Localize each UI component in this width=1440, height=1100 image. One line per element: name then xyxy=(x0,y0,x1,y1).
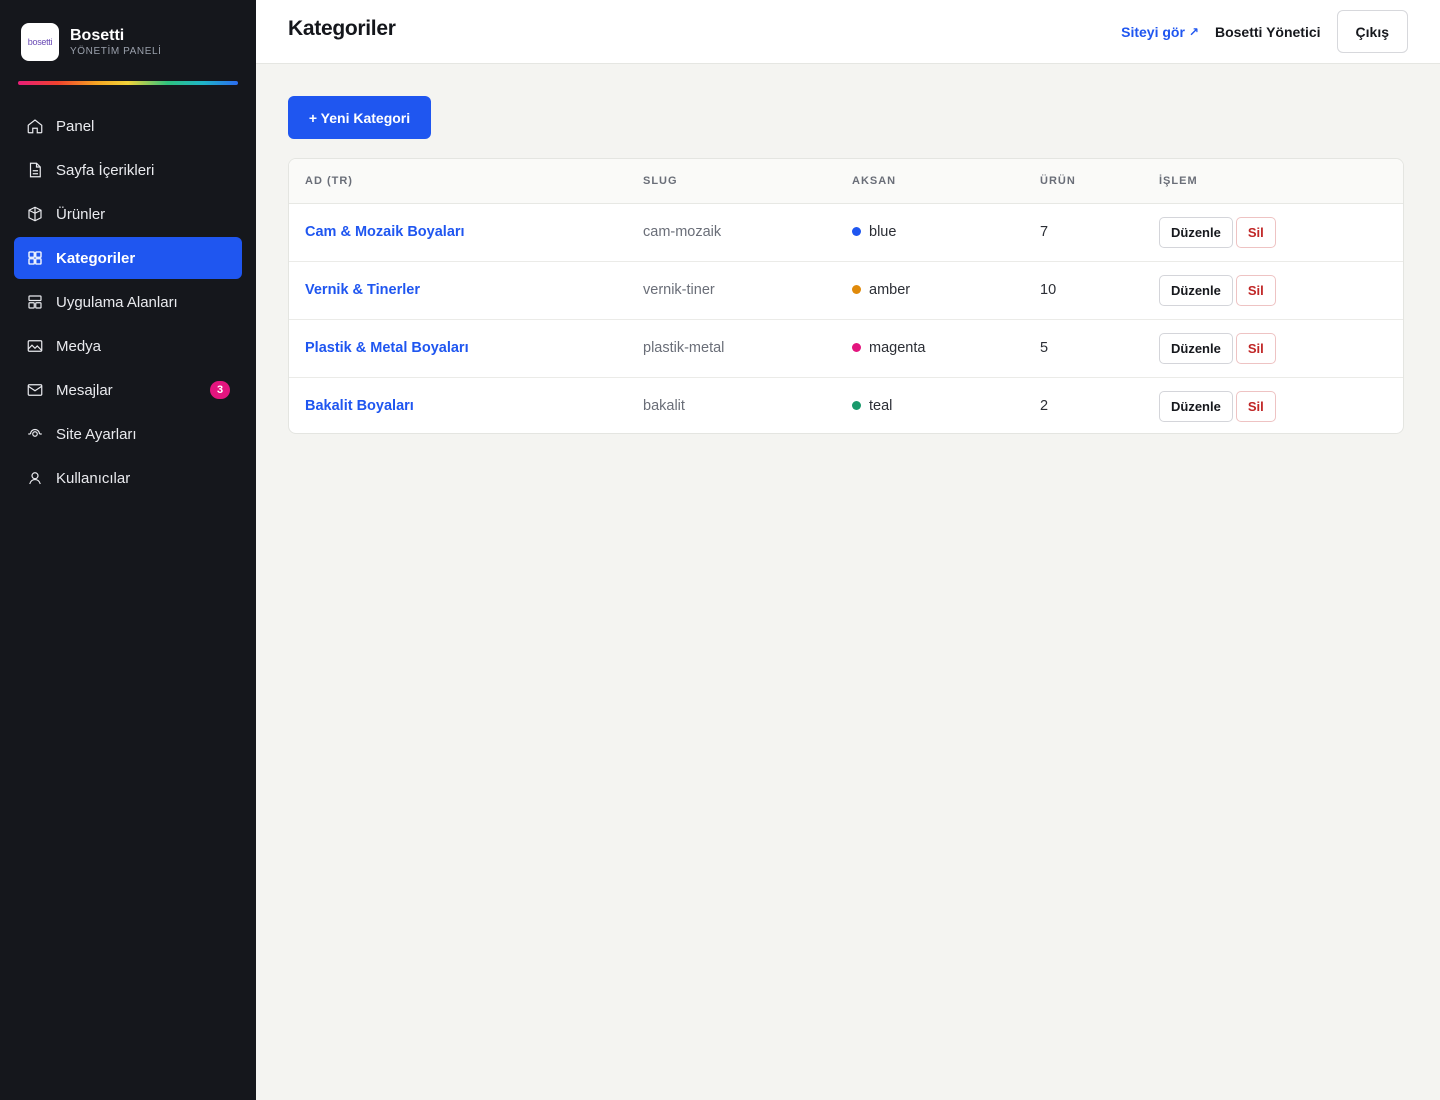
product-count: 7 xyxy=(1040,224,1049,240)
product-count: 10 xyxy=(1040,282,1057,298)
brand-subtitle: YÖNETİM PANELİ xyxy=(70,45,162,57)
view-site-link[interactable]: Siteyi gör ↗ xyxy=(1121,24,1199,40)
category-name-link[interactable]: Plastik & Metal Boyaları xyxy=(305,340,469,356)
column-header-slug: SLUG xyxy=(643,174,678,187)
brand[interactable]: bosetti Bosetti YÖNETİM PANELİ xyxy=(0,0,256,62)
sidebar-item-site-settings[interactable]: Site Ayarları xyxy=(14,413,242,455)
sidebar-item-media[interactable]: Medya xyxy=(14,325,242,367)
brand-logo-text: bosetti xyxy=(27,37,53,47)
sidebar-item-label: Panel xyxy=(56,117,95,135)
sidebar-item-label: Sayfa İçerikleri xyxy=(56,161,155,179)
category-name-link[interactable]: Vernik & Tinerler xyxy=(305,282,420,298)
image-icon xyxy=(26,337,44,355)
sidebar-item-categories[interactable]: Kategoriler xyxy=(14,237,242,279)
delete-button[interactable]: Sil xyxy=(1235,274,1276,306)
sidebar: bosetti Bosetti YÖNETİM PANELİ Panel Say… xyxy=(0,0,256,1100)
product-count: 2 xyxy=(1040,398,1049,415)
column-header-actions: İŞLEM xyxy=(1159,174,1198,187)
sidebar-item-messages[interactable]: Mesajlar 3 xyxy=(14,369,242,411)
categories-table: AD (TR) SLUG AKSAN ÜRÜN İŞLEM Cam & Moza… xyxy=(289,159,1403,433)
sidebar-item-label: Medya xyxy=(56,337,102,355)
edit-button[interactable]: Düzenle xyxy=(1159,216,1233,248)
mail-icon xyxy=(26,381,44,399)
accent-dot xyxy=(852,342,861,352)
view-site-label: Siteyi gör xyxy=(1121,23,1185,40)
product-count: 5 xyxy=(1040,340,1049,356)
sidebar-item-label: Site Ayarları xyxy=(56,425,137,443)
brand-name: Bosetti xyxy=(70,26,125,44)
home-icon xyxy=(26,117,44,135)
edit-button[interactable]: Düzenle xyxy=(1159,274,1233,306)
category-name-link[interactable]: Bakalit Boyaları xyxy=(305,398,414,414)
user-icon xyxy=(26,469,44,487)
column-header-accent: AKSAN xyxy=(852,174,897,187)
sidebar-item-page-contents[interactable]: Sayfa İçerikleri xyxy=(14,149,242,191)
logout-button[interactable]: Çıkış xyxy=(1336,10,1408,53)
sidebar-item-panel[interactable]: Panel xyxy=(14,105,242,147)
sidebar-item-label: Mesajlar xyxy=(56,381,113,399)
column-header-name: AD (TR) xyxy=(305,174,353,187)
sidebar-item-label: Kullanıcılar xyxy=(56,469,131,487)
grid-icon xyxy=(26,249,44,267)
sidebar-item-users[interactable]: Kullanıcılar xyxy=(14,457,242,499)
accent-dot xyxy=(852,226,861,236)
sidebar-item-products[interactable]: Ürünler xyxy=(14,193,242,235)
sidebar-nav: Panel Sayfa İçerikleri Ürünler Kategoril… xyxy=(0,105,256,499)
settings-icon xyxy=(26,425,44,443)
category-slug: plastik-metal xyxy=(643,340,725,356)
layout-icon xyxy=(26,293,44,311)
table-row: Plastik & Metal Boyaları plastik-metal m… xyxy=(289,319,1403,377)
delete-button[interactable]: Sil xyxy=(1235,216,1276,248)
sidebar-item-application-areas[interactable]: Uygulama Alanları xyxy=(14,281,242,323)
categories-table-card: AD (TR) SLUG AKSAN ÜRÜN İŞLEM Cam & Moza… xyxy=(288,158,1404,434)
table-header-row: AD (TR) SLUG AKSAN ÜRÜN İŞLEM xyxy=(289,159,1403,203)
category-slug: bakalit xyxy=(643,398,685,415)
category-slug: vernik-tiner xyxy=(643,282,715,298)
delete-button[interactable]: Sil xyxy=(1235,332,1276,364)
new-category-button[interactable]: + Yeni Kategori xyxy=(288,96,431,139)
document-icon xyxy=(26,161,44,179)
delete-button[interactable]: Sil xyxy=(1235,390,1276,422)
accent-dot xyxy=(852,400,861,410)
unread-badge: 3 xyxy=(210,381,230,399)
edit-button[interactable]: Düzenle xyxy=(1159,390,1233,422)
current-user-name: Bosetti Yönetici xyxy=(1214,23,1321,40)
category-name-link[interactable]: Cam & Mozaik Boyaları xyxy=(305,224,465,240)
table-row: Vernik & Tinerler vernik-tiner amber 10 … xyxy=(289,261,1403,319)
sidebar-item-label: Kategoriler xyxy=(56,249,136,267)
column-header-product-count: ÜRÜN xyxy=(1040,174,1076,187)
box-icon xyxy=(26,205,44,223)
rainbow-divider xyxy=(18,81,238,85)
table-row: Cam & Mozaik Boyaları cam-mozaik blue 7 … xyxy=(289,203,1403,261)
accent-name: blue xyxy=(869,224,897,240)
accent-name: teal xyxy=(869,398,893,415)
edit-button[interactable]: Düzenle xyxy=(1159,332,1233,364)
brand-logo: bosetti xyxy=(21,23,59,61)
page-title: Kategoriler xyxy=(288,17,396,40)
external-link-icon: ↗ xyxy=(1188,24,1199,39)
accent-name: amber xyxy=(869,282,911,298)
table-row: Bakalit Boyaları bakalit teal 2 Düzenle S… xyxy=(289,377,1403,433)
category-slug: cam-mozaik xyxy=(643,224,722,240)
sidebar-item-label: Ürünler xyxy=(56,205,106,223)
accent-name: magenta xyxy=(869,340,926,356)
sidebar-item-label: Uygulama Alanları xyxy=(56,293,178,311)
topbar: Kategoriler Siteyi gör ↗ Bosetti Yönetic… xyxy=(256,0,1440,64)
accent-dot xyxy=(852,284,861,294)
